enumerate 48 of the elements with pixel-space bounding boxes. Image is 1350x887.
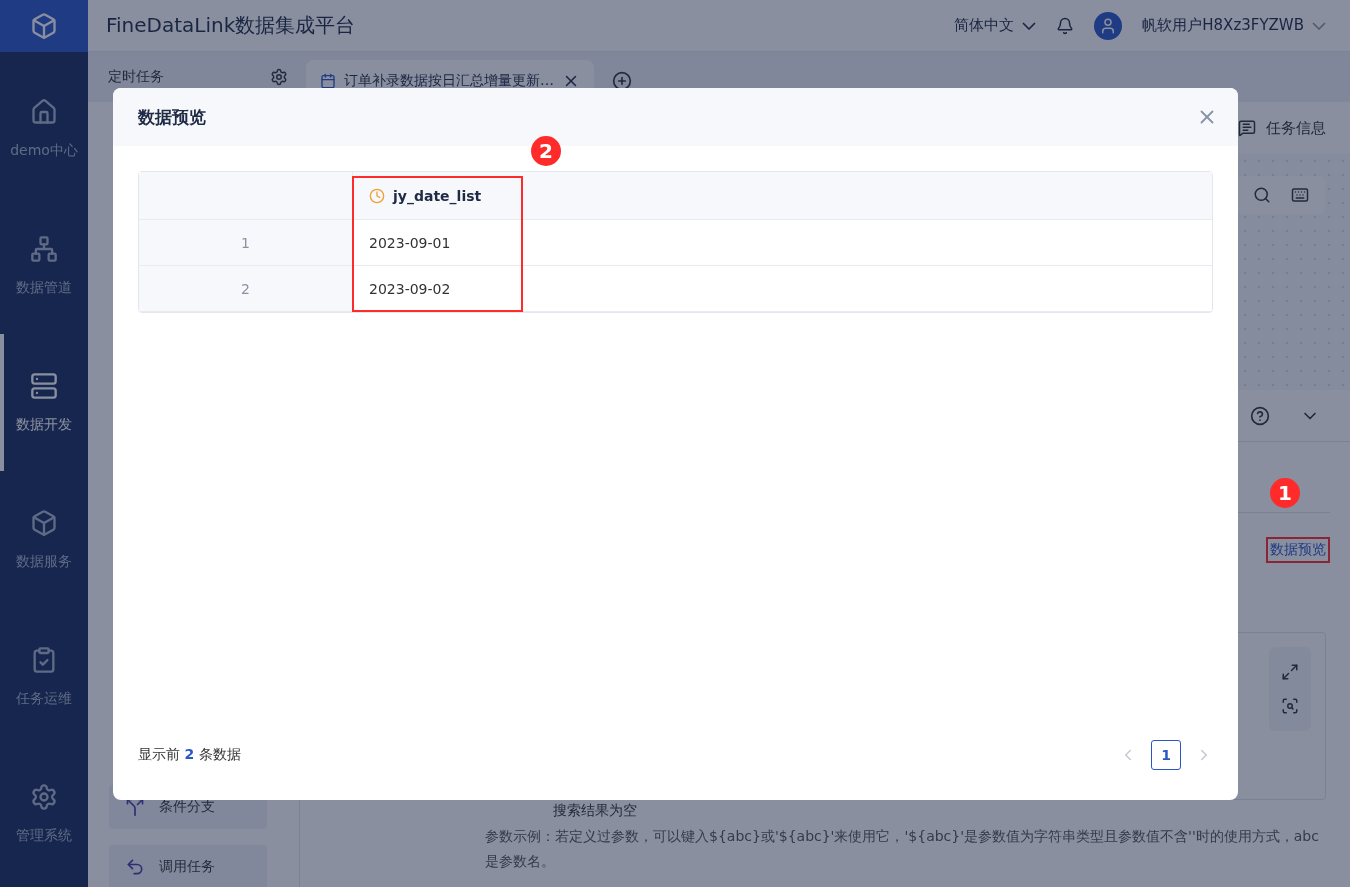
sidebar-item[interactable]: 数据服务 [0, 471, 88, 608]
node-label: 调用任务 [159, 858, 215, 876]
app-title: FineDataLink数据集成平台 [106, 12, 357, 39]
table-cell-text: 2023-09-02 [368, 279, 452, 299]
data-preview-link[interactable]: 数据预览 [1266, 536, 1330, 563]
help-icon[interactable] [1250, 405, 1270, 426]
sidebar-item[interactable]: demo中心 [0, 60, 88, 197]
row-number: 1 [139, 220, 353, 265]
chevron-icon [1022, 21, 1037, 30]
sidebar-icon [30, 234, 58, 263]
tab-label: 订单补录数据按日汇总增量更新… [344, 72, 554, 90]
search-icon[interactable] [1253, 186, 1271, 204]
keyboard-icon[interactable] [1291, 186, 1309, 204]
sidebar-icon [30, 508, 58, 537]
sidebar-icon [30, 97, 58, 126]
inspect-icon[interactable] [1281, 697, 1299, 715]
calendar-icon [320, 73, 336, 89]
node-icon [125, 857, 145, 877]
sidebar-icon [30, 782, 58, 811]
sidebar-item[interactable]: 管理系统 [0, 745, 88, 882]
sidebar-item[interactable]: 任务运维 [0, 608, 88, 745]
pinned-tab[interactable]: 定时任务 [108, 52, 288, 102]
row-number: 2 [139, 266, 353, 311]
task-info-label[interactable]: 任务信息 [1266, 118, 1326, 138]
node-button[interactable]: 调用任务 [109, 845, 267, 887]
sidebar-item[interactable]: 数据开发 [0, 334, 88, 471]
language-selector[interactable]: 简体中文 [954, 16, 1037, 35]
expand-icon[interactable] [1281, 663, 1299, 681]
annotation-badge: 2 [531, 136, 561, 166]
row-count-text: 显示前 2 条数据 [138, 746, 241, 764]
message-icon [1238, 119, 1256, 137]
gear-icon[interactable] [270, 68, 288, 86]
node-label: 条件分支 [159, 798, 215, 816]
clock-icon [369, 187, 385, 204]
hint-text: 参数示例：若定义过参数，可以键入${abc}或'${abc}'来使用它，'${abc}'是参数值为字符串类型且参数值不含''时的使用方式，abc是参数名。 [485, 827, 1320, 871]
add-tab-icon[interactable] [612, 71, 632, 91]
annotation-badge: 1 [1270, 478, 1300, 508]
page-button[interactable]: 1 [1151, 740, 1181, 770]
sidebar-item[interactable]: 数据管道 [0, 197, 88, 334]
chevron-icon [1312, 21, 1326, 30]
table-cell-text: 2023-09-01 [368, 233, 452, 253]
avatar-icon[interactable] [1094, 11, 1123, 40]
bell-icon[interactable] [1056, 16, 1075, 35]
empty-result-text: 搜索结果为空 [553, 802, 638, 820]
user-menu[interactable]: 帆软用户H8Xz3FYZWB [1142, 16, 1326, 35]
sidebar-icon [30, 371, 58, 400]
dialog-title: 数据预览 [138, 105, 206, 129]
column-header: jy_date_list [353, 172, 523, 219]
